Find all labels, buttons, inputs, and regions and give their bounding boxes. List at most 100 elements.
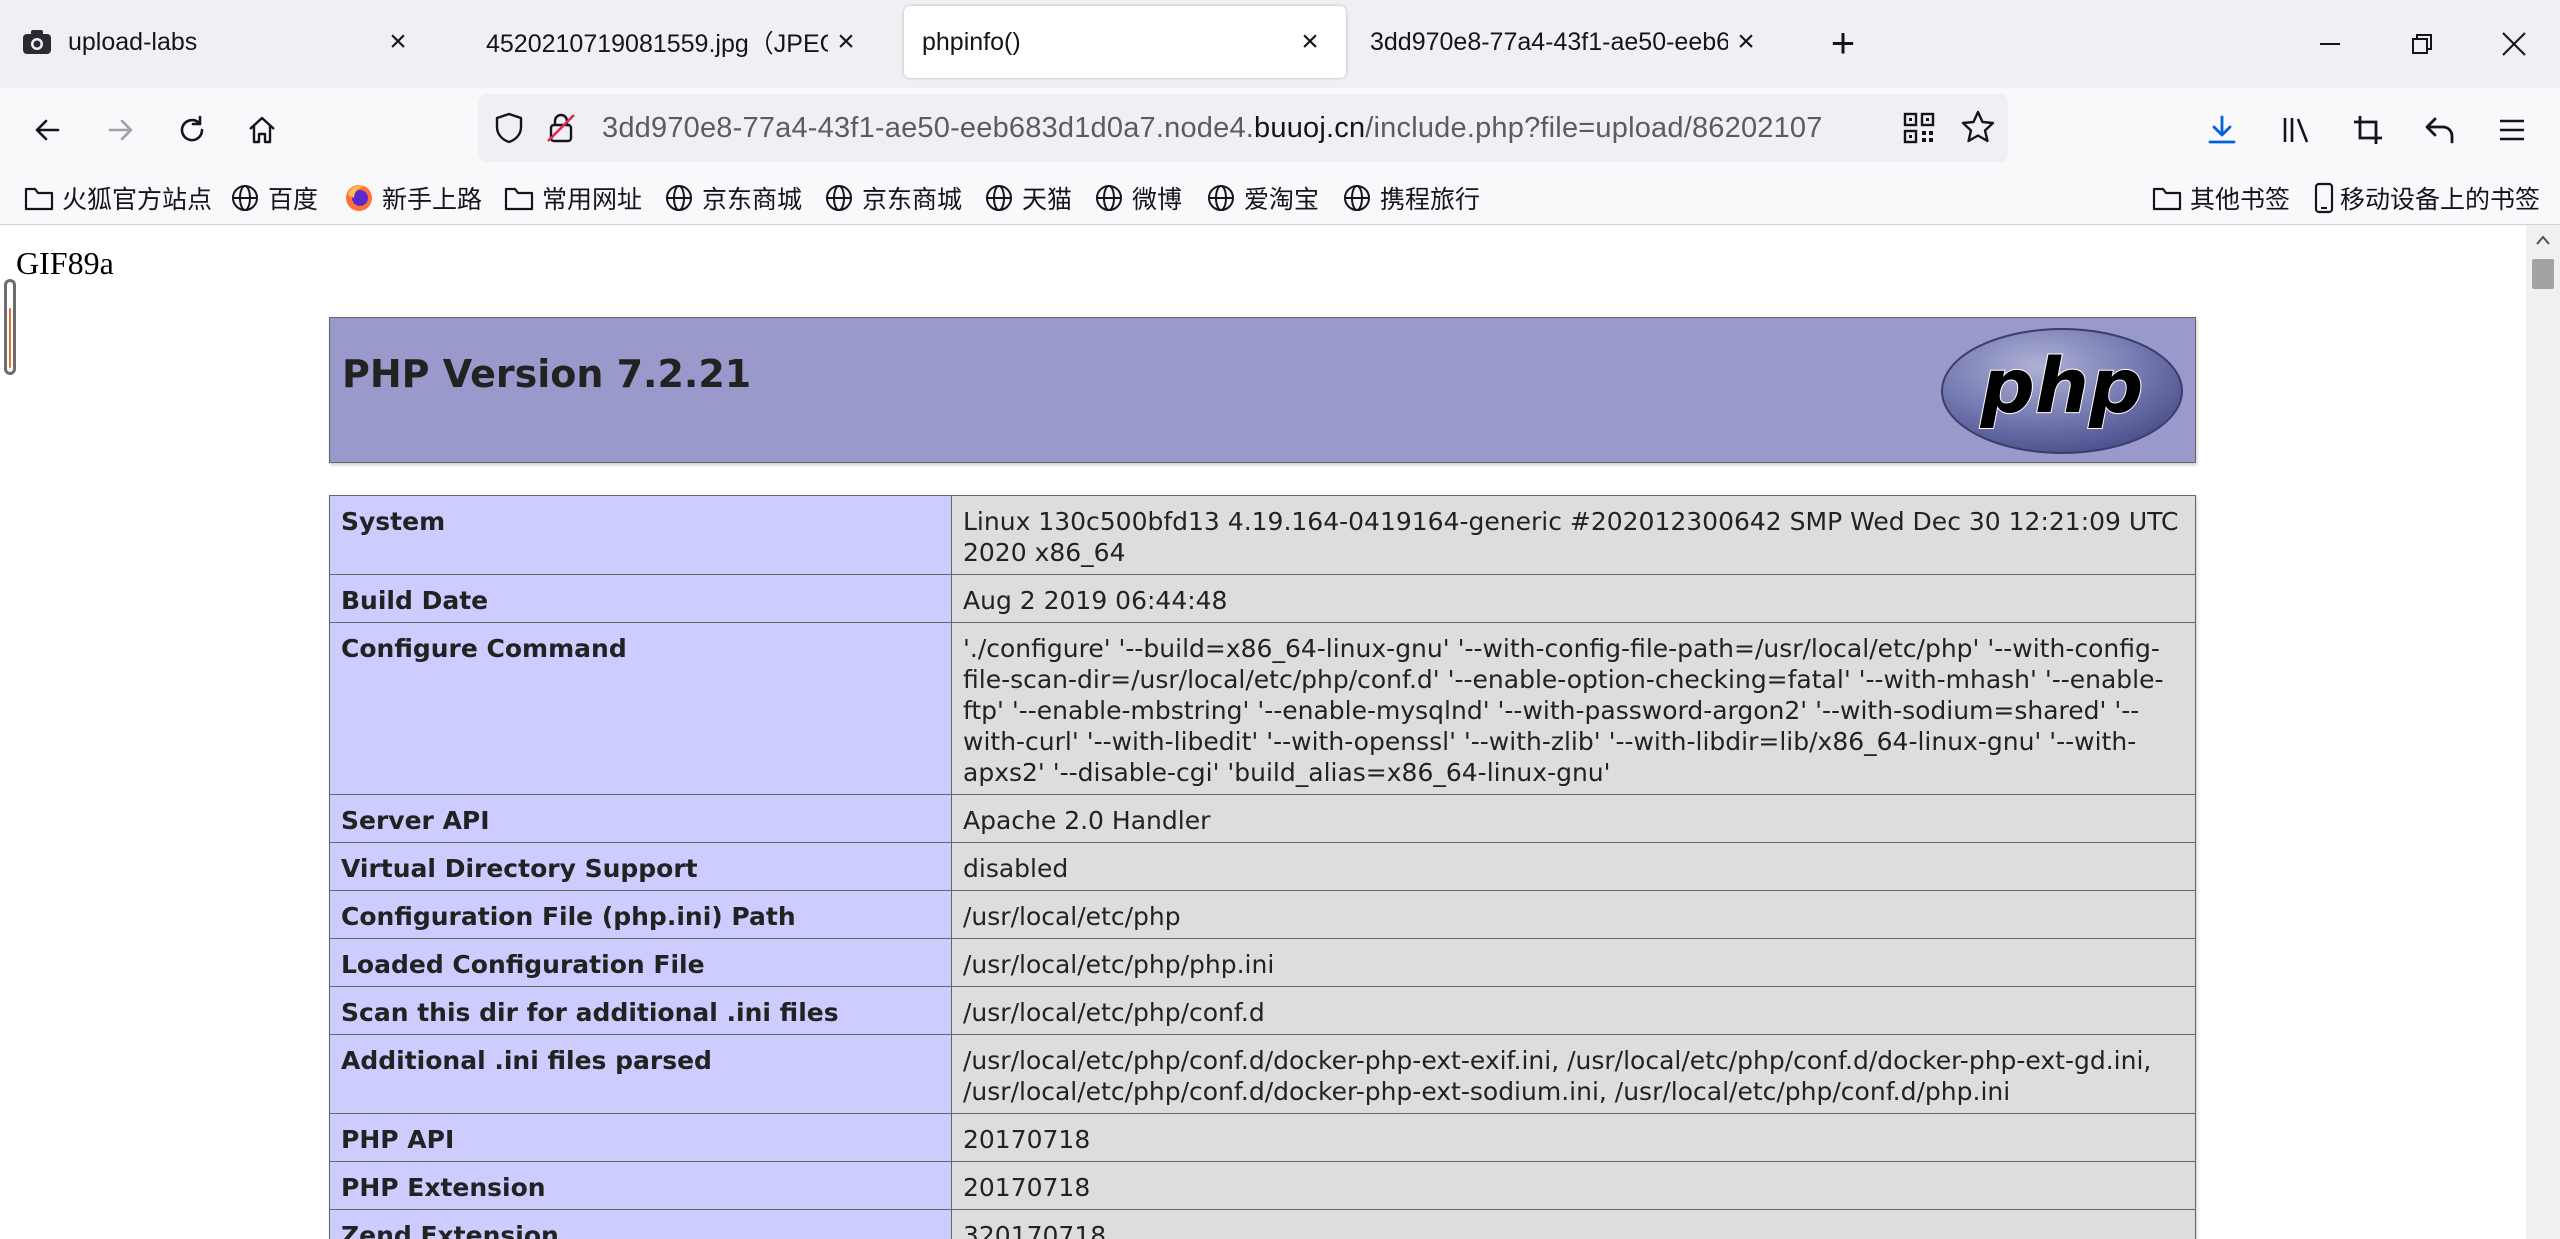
globe-icon bbox=[1094, 183, 1124, 213]
forward-button[interactable] bbox=[92, 102, 148, 158]
bookmark-label: 其他书签 bbox=[2190, 186, 2291, 214]
close-icon[interactable]: × bbox=[828, 24, 864, 60]
restore-button[interactable] bbox=[2392, 14, 2452, 74]
info-key-cell: Configuration File (php.ini) Path bbox=[329, 890, 952, 939]
tab-title: upload-labs bbox=[68, 27, 198, 56]
info-key-cell: PHP API bbox=[329, 1113, 952, 1162]
php-info-table: System Linux 130c500bfd13 4.19.164-041916… bbox=[329, 495, 2196, 1239]
info-table-row: System Linux 130c500bfd13 4.19.164-041916… bbox=[329, 495, 2196, 575]
minimize-button[interactable] bbox=[2300, 14, 2360, 74]
bookmark-label: 京东商城 bbox=[862, 186, 963, 214]
info-table-row: Configuration File (php.ini) Path/usr/lo… bbox=[329, 890, 2196, 939]
info-table-row: Zend Extension 320170718 bbox=[329, 1209, 2196, 1239]
tab-title: phpinfo() bbox=[922, 27, 1021, 56]
tab-include-page[interactable]: 3dd970e8-77a4-43f1-ae50-eeb6 × bbox=[1352, 6, 1782, 78]
bookmark-item[interactable]: 爱淘宝 bbox=[1206, 172, 1319, 224]
close-icon[interactable]: × bbox=[380, 24, 416, 60]
info-table-row: Virtual Directory Support disabled bbox=[329, 842, 2196, 891]
firefox-icon bbox=[344, 183, 374, 213]
library-button[interactable] bbox=[2268, 102, 2324, 158]
close-icon[interactable]: × bbox=[1292, 24, 1328, 60]
tab-jpeg-image[interactable]: 4520210719081559.jpg（JPEG 图 × bbox=[452, 6, 882, 78]
bookmarks-toolbar: 火狐官方站点 百度 新手上路 常用网址 京东商城 京东商城 天猫 微博 爱淘宝 … bbox=[0, 172, 2560, 225]
hamburger-menu-icon bbox=[2500, 119, 2524, 141]
bookmark-item[interactable]: 京东商城 bbox=[664, 172, 802, 224]
bookmark-item[interactable]: 新手上路 bbox=[344, 172, 482, 224]
bookmark-star-icon[interactable] bbox=[1960, 109, 1996, 145]
info-key-cell: Loaded Configuration File bbox=[329, 938, 952, 987]
info-key-cell: Build Date bbox=[329, 574, 952, 623]
globe-icon bbox=[664, 183, 694, 213]
bookmark-item[interactable]: 天猫 bbox=[984, 172, 1072, 224]
reload-icon bbox=[180, 115, 204, 142]
home-button[interactable] bbox=[234, 102, 290, 158]
bookmark-item[interactable]: 微博 bbox=[1094, 172, 1182, 224]
reload-button[interactable] bbox=[164, 102, 220, 158]
menu-button[interactable] bbox=[2484, 102, 2540, 158]
tab-strip: upload-labs × 4520210719081559.jpg（JPEG … bbox=[0, 0, 2560, 88]
downloads-button[interactable] bbox=[2194, 102, 2250, 158]
scrollbar-thumb[interactable] bbox=[2532, 259, 2554, 289]
php-logo-text: php bbox=[1980, 341, 2144, 430]
info-key-cell: Scan this dir for additional .ini files bbox=[329, 986, 952, 1035]
undo-button[interactable] bbox=[2412, 102, 2468, 158]
info-value-cell: 20170718 bbox=[951, 1113, 2196, 1162]
globe-icon bbox=[1342, 183, 1372, 213]
thermometer-icon bbox=[4, 279, 16, 375]
qr-code-icon[interactable] bbox=[1902, 111, 1936, 145]
vertical-scrollbar[interactable] bbox=[2526, 225, 2560, 1239]
info-table-row: Loaded Configuration File/usr/local/etc/… bbox=[329, 938, 2196, 987]
info-value-cell: disabled bbox=[951, 842, 2196, 891]
info-key-cell: Virtual Directory Support bbox=[329, 842, 952, 891]
info-table-row: Server API Apache 2.0 Handler bbox=[329, 794, 2196, 843]
bookmark-label: 火狐官方站点 bbox=[62, 186, 213, 214]
tab-title: 3dd970e8-77a4-43f1-ae50-eeb6 bbox=[1370, 27, 1728, 56]
info-key-cell: Zend Extension bbox=[329, 1209, 952, 1239]
close-window-button[interactable] bbox=[2484, 14, 2544, 74]
insecure-lock-icon[interactable] bbox=[544, 111, 578, 145]
bookmark-other[interactable]: 其他书签 bbox=[2152, 172, 2290, 224]
shield-icon[interactable] bbox=[492, 111, 526, 145]
url-host: buuoj.cn bbox=[1254, 111, 1366, 144]
bookmark-item[interactable]: 京东商城 bbox=[824, 172, 962, 224]
navigation-toolbar: 3dd970e8-77a4-43f1-ae50-eeb683d1d0a7.nod… bbox=[0, 88, 2560, 172]
arrow-right-icon bbox=[108, 119, 133, 141]
back-button[interactable] bbox=[20, 102, 76, 158]
screenshot-button[interactable] bbox=[2340, 102, 2396, 158]
info-value-cell: /usr/local/etc/php/conf.d/docker-php-ext… bbox=[951, 1034, 2196, 1114]
tab-upload-labs[interactable]: upload-labs × bbox=[4, 6, 434, 78]
crop-icon bbox=[2354, 116, 2382, 144]
tab-title: 4520210719081559.jpg（JPEG 图 bbox=[486, 30, 828, 58]
new-tab-button[interactable]: + bbox=[1820, 19, 1866, 66]
globe-icon bbox=[230, 183, 260, 213]
scroll-up-arrow-icon[interactable] bbox=[2526, 225, 2560, 255]
bookmark-label: 百度 bbox=[268, 186, 319, 214]
gif-header-text: GIF89a bbox=[16, 245, 114, 281]
info-value-cell: './configure' '--build=x86_64-linux-gnu'… bbox=[951, 622, 2196, 795]
bookmark-item[interactable]: 常用网址 bbox=[504, 172, 642, 224]
bookmark-label: 微博 bbox=[1132, 186, 1183, 214]
bookmark-label: 新手上路 bbox=[382, 186, 483, 214]
close-icon[interactable]: × bbox=[1728, 24, 1764, 60]
url-bar[interactable]: 3dd970e8-77a4-43f1-ae50-eeb683d1d0a7.nod… bbox=[478, 94, 2008, 162]
library-icon bbox=[2283, 118, 2309, 143]
bookmark-item[interactable]: 百度 bbox=[230, 172, 318, 224]
restore-icon bbox=[2412, 34, 2432, 54]
info-table-row: PHP Extension 20170718 bbox=[329, 1161, 2196, 1210]
undo-icon bbox=[2425, 117, 2454, 144]
info-table-row: Build Date Aug 2 2019 06:44:48 bbox=[329, 574, 2196, 623]
bookmark-item[interactable]: 火狐官方站点 bbox=[24, 172, 212, 224]
folder-icon bbox=[2152, 183, 2182, 213]
url-path: /include.php?file=upload/8620210719 bbox=[1365, 111, 1824, 144]
camera-icon bbox=[22, 27, 52, 57]
page-content: GIF89a PHP Version 7.2.21 php System Linu… bbox=[0, 225, 2526, 1239]
tab-phpinfo[interactable]: phpinfo() × bbox=[904, 6, 1346, 78]
url-text[interactable]: 3dd970e8-77a4-43f1-ae50-eeb683d1d0a7.nod… bbox=[602, 94, 1824, 162]
info-key-cell: System bbox=[329, 495, 952, 575]
info-key-cell: Configure Command bbox=[329, 622, 952, 795]
info-table-row: Additional .ini files parsed/usr/local/e… bbox=[329, 1034, 2196, 1114]
bookmark-item[interactable]: 携程旅行 bbox=[1342, 172, 1480, 224]
info-value-cell: Linux 130c500bfd13 4.19.164-0419164-gene… bbox=[951, 495, 2196, 575]
info-table-row: Scan this dir for additional .ini files /… bbox=[329, 986, 2196, 1035]
bookmark-mobile[interactable]: 移动设备上的书签 bbox=[2312, 172, 2540, 224]
